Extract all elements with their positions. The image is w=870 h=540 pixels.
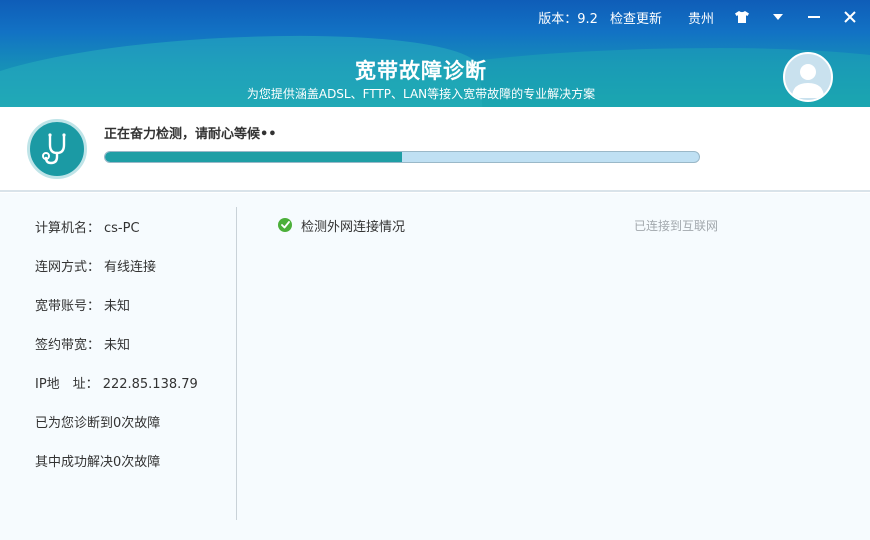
info-value: 未知 — [104, 338, 131, 353]
info-row-connection: 连网方式： 有线连接 — [35, 256, 230, 295]
info-value: 有线连接 — [104, 260, 157, 275]
close-icon[interactable] — [838, 5, 862, 29]
info-label: 连网方式： — [35, 260, 101, 275]
solved-count-text: 其中成功解决0次故障 — [35, 455, 161, 470]
info-value: 222.85.138.79 — [102, 377, 198, 392]
stethoscope-icon — [27, 119, 87, 179]
diagnosed-count-text: 已为您诊断到0次故障 — [35, 416, 161, 431]
info-value: cs-PC — [104, 221, 140, 236]
info-value: 未知 — [104, 299, 131, 314]
info-row-computer: 计算机名： cs-PC — [35, 217, 230, 256]
user-icon — [792, 64, 824, 98]
minimize-icon[interactable] — [802, 5, 826, 29]
info-row-ip: IP地 址： 222.85.138.79 — [35, 373, 230, 412]
check-item: 检测外网连接情况 已连接到互联网 — [278, 215, 718, 235]
page-subtitle: 为您提供涵盖ADSL、FTTP、LAN等接入宽带故障的专业解决方案 — [246, 87, 596, 101]
info-label: 计算机名： — [35, 221, 101, 236]
status-text: 正在奋力检测，请耐心等候•• — [104, 127, 277, 142]
progress-panel: 正在奋力检测，请耐心等候•• — [0, 107, 870, 192]
info-label: 签约带宽： — [35, 338, 101, 353]
region-selector[interactable]: 贵州 — [688, 8, 714, 27]
check-update-link[interactable]: 检查更新 — [610, 8, 662, 27]
diagnosis-panel: 计算机名： cs-PC 连网方式： 有线连接 宽带账号： 未知 签约带宽： 未知 IP地… — [0, 193, 870, 540]
info-row-bandwidth: 签约带宽： 未知 — [35, 334, 230, 373]
check-passed-icon — [278, 218, 292, 232]
progress-fill — [105, 152, 402, 162]
info-label: 宽带账号： — [35, 299, 101, 314]
computer-info-list: 计算机名： cs-PC 连网方式： 有线连接 宽带账号： 未知 签约带宽： 未知 IP地… — [35, 217, 230, 490]
info-row-diagnosed: 已为您诊断到0次故障 — [35, 412, 230, 451]
page-title: 宽带故障诊断 — [355, 59, 487, 83]
version-label: 版本：9.2 — [538, 11, 598, 27]
info-row-solved: 其中成功解决0次故障 — [35, 451, 230, 490]
check-item-result: 已连接到互联网 — [633, 218, 718, 233]
dropdown-icon[interactable] — [766, 5, 790, 29]
avatar[interactable] — [783, 52, 833, 102]
window-topbar: 版本：9.2 检查更新 贵州 — [538, 0, 870, 34]
panel-divider — [236, 207, 237, 520]
info-row-account: 宽带账号： 未知 — [35, 295, 230, 334]
header-banner: 版本：9.2 检查更新 贵州 宽带故障诊断 为您提供涵盖ADSL、FTTP、LA… — [0, 0, 870, 107]
info-label: IP地 址： — [35, 377, 99, 392]
progress-bar — [104, 151, 700, 163]
shirt-icon[interactable] — [730, 5, 754, 29]
check-item-label: 检测外网连接情况 — [301, 219, 406, 235]
